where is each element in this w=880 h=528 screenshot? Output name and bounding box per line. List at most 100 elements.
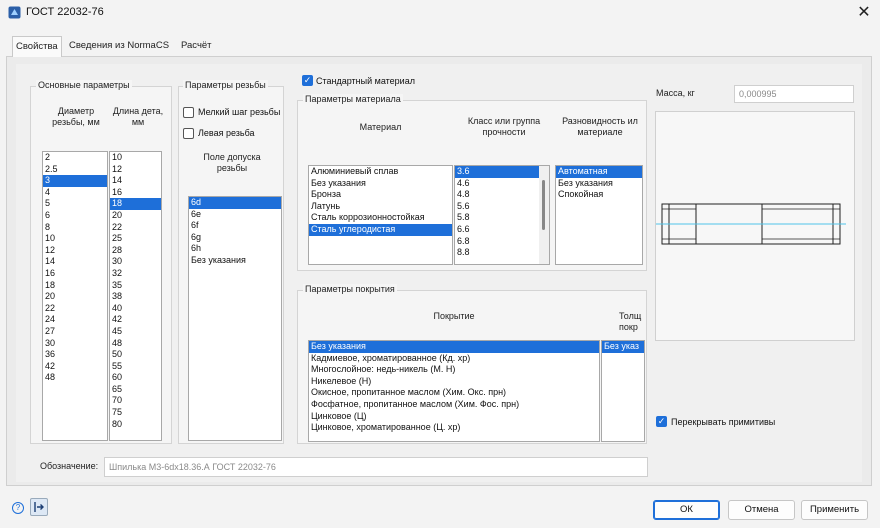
material-item[interactable]: Сталь углеродистая	[309, 223, 452, 236]
diameter-item[interactable]: 6	[43, 210, 107, 222]
cancel-button[interactable]: Отмена	[728, 500, 795, 520]
tolerance-item[interactable]: 6e	[189, 209, 281, 221]
material-list[interactable]: Алюминиевый сплав Без указания Бронза Латун…	[308, 165, 453, 265]
tolerance-item[interactable]: 6h	[189, 243, 281, 255]
diameter-item[interactable]: 5	[43, 198, 107, 210]
overlap-primitives-checkbox[interactable]: ✓	[656, 416, 667, 427]
coating-item[interactable]: Кадмиевое, хроматированное (Кд. хр)	[309, 353, 599, 365]
length-item[interactable]: 38	[110, 291, 161, 303]
help-icon[interactable]: ?	[12, 502, 24, 514]
strength-class-item[interactable]: 6.8	[455, 236, 549, 248]
thickness-list[interactable]: Без указ	[601, 340, 645, 442]
diameter-item[interactable]: 4	[43, 187, 107, 199]
tolerance-item[interactable]: 6f	[189, 220, 281, 232]
diameter-item[interactable]: 27	[43, 326, 107, 338]
tab-normacs[interactable]: Сведения из NormaCS	[66, 38, 172, 55]
length-item[interactable]: 50	[110, 349, 161, 361]
strength-class-item[interactable]: 5.8	[455, 212, 549, 224]
length-item[interactable]: 12	[110, 164, 161, 176]
diameter-item[interactable]: 22	[43, 303, 107, 315]
diameter-item[interactable]: 10	[43, 233, 107, 245]
close-button[interactable]: ✕	[852, 2, 876, 24]
diameter-item[interactable]: 30	[43, 338, 107, 350]
left-thread-checkbox[interactable]	[183, 128, 194, 139]
coating-item[interactable]: Многослойное: недь-никель (М. Н)	[309, 364, 599, 376]
diameter-item[interactable]: 20	[43, 291, 107, 303]
material-item[interactable]: Латунь	[309, 201, 452, 213]
diameter-item[interactable]: 48	[43, 372, 107, 384]
mass-field[interactable]: 0,000995	[734, 85, 854, 103]
tab-properties[interactable]: Свойства	[12, 36, 62, 57]
diameter-item[interactable]: 8	[43, 222, 107, 234]
length-item[interactable]: 18	[110, 198, 161, 210]
diameter-item[interactable]: 16	[43, 268, 107, 280]
length-item[interactable]: 10	[110, 152, 161, 164]
strength-class-item[interactable]: 5.6	[455, 201, 549, 213]
diameter-item[interactable]: 2.5	[43, 164, 107, 176]
length-item[interactable]: 22	[110, 222, 161, 234]
strength-class-scroll-thumb[interactable]	[542, 180, 545, 230]
diameter-item[interactable]: 18	[43, 280, 107, 292]
length-item[interactable]: 70	[110, 395, 161, 407]
tolerance-item[interactable]: 6d	[189, 197, 281, 209]
tolerance-item[interactable]: 6g	[189, 232, 281, 244]
thickness-item[interactable]: Без указ	[602, 341, 644, 353]
length-item[interactable]: 42	[110, 314, 161, 326]
coating-list[interactable]: Без указания Кадмиевое, хроматированное (…	[308, 340, 600, 442]
strength-class-item[interactable]: 4.8	[455, 189, 549, 201]
length-item[interactable]: 45	[110, 326, 161, 338]
length-item[interactable]: 30	[110, 256, 161, 268]
variety-item[interactable]: Без указания	[556, 178, 642, 190]
fine-pitch-checkbox[interactable]	[183, 107, 194, 118]
material-item[interactable]: Алюминиевый сплав	[309, 166, 452, 178]
length-item[interactable]: 28	[110, 245, 161, 257]
coating-item[interactable]: Никелевое (Н)	[309, 376, 599, 388]
length-item[interactable]: 80	[110, 419, 161, 431]
variety-item[interactable]: Спокойная	[556, 189, 642, 201]
coating-item[interactable]: Цинковое (Ц)	[309, 411, 599, 423]
diameter-item[interactable]: 42	[43, 361, 107, 373]
length-item[interactable]: 35	[110, 280, 161, 292]
strength-class-item[interactable]: 3.6	[455, 166, 549, 178]
coating-item[interactable]: Без указания	[309, 341, 599, 353]
tolerance-list[interactable]: 6d 6e 6f 6g 6h Без указания	[188, 196, 282, 441]
length-item[interactable]: 20	[110, 210, 161, 222]
standard-material-checkbox[interactable]: ✓	[302, 75, 313, 86]
variety-item[interactable]: Автоматная	[556, 166, 642, 178]
insert-mode-icon[interactable]	[30, 498, 48, 516]
diameter-item[interactable]: 14	[43, 256, 107, 268]
coating-item[interactable]: Цинковое, хроматированное (Ц. хр)	[309, 422, 599, 434]
length-list[interactable]: 10 12 14 16 18 20 22 25 28 30 32 35 38 40 42 45 48 50 55 60…	[109, 151, 162, 441]
length-item[interactable]: 48	[110, 338, 161, 350]
coating-item[interactable]: Фосфатное, пропитанное маслом (Хим. Фос.…	[309, 399, 599, 411]
length-item[interactable]: 55	[110, 361, 161, 373]
length-item[interactable]: 32	[110, 268, 161, 280]
strength-class-item[interactable]: 6.6	[455, 224, 549, 236]
strength-class-item[interactable]: 8.8	[455, 247, 549, 259]
strength-class-item[interactable]: 4.6	[455, 178, 549, 190]
material-item[interactable]: Бронза	[309, 189, 452, 201]
diameter-list[interactable]: 2 2.5 3 4 5 6 8 10 12 14 16 18 20 22 24 27 30 36 42 48	[42, 151, 108, 441]
length-item[interactable]: 60	[110, 372, 161, 384]
coating-item[interactable]: Окисное, пропитанное маслом (Хим. Окс. п…	[309, 387, 599, 399]
diameter-item[interactable]: 12	[43, 245, 107, 257]
diameter-item[interactable]: 36	[43, 349, 107, 361]
material-item[interactable]: Без указания	[309, 178, 452, 190]
tab-calculation[interactable]: Расчёт	[178, 38, 215, 55]
length-item[interactable]: 14	[110, 175, 161, 187]
diameter-item[interactable]: 24	[43, 314, 107, 326]
variety-list[interactable]: Автоматная Без указания Спокойная	[555, 165, 643, 265]
designation-field[interactable]: Шпилька М3-6dх18.36.А ГОСТ 22032-76	[104, 457, 648, 477]
diameter-item[interactable]: 2	[43, 152, 107, 164]
apply-button[interactable]: Применить	[801, 500, 868, 520]
ok-button[interactable]: ОК	[653, 500, 720, 520]
strength-class-list[interactable]: 3.6 4.6 4.8 5.6 5.8 6.6 6.8 8.8	[454, 165, 550, 265]
tolerance-item[interactable]: Без указания	[189, 255, 281, 267]
length-item[interactable]: 75	[110, 407, 161, 419]
length-item[interactable]: 65	[110, 384, 161, 396]
length-item[interactable]: 25	[110, 233, 161, 245]
length-item[interactable]: 40	[110, 303, 161, 315]
length-item[interactable]: 16	[110, 187, 161, 199]
diameter-item[interactable]: 3	[43, 175, 107, 187]
strength-class-scrollbar[interactable]	[539, 166, 549, 264]
